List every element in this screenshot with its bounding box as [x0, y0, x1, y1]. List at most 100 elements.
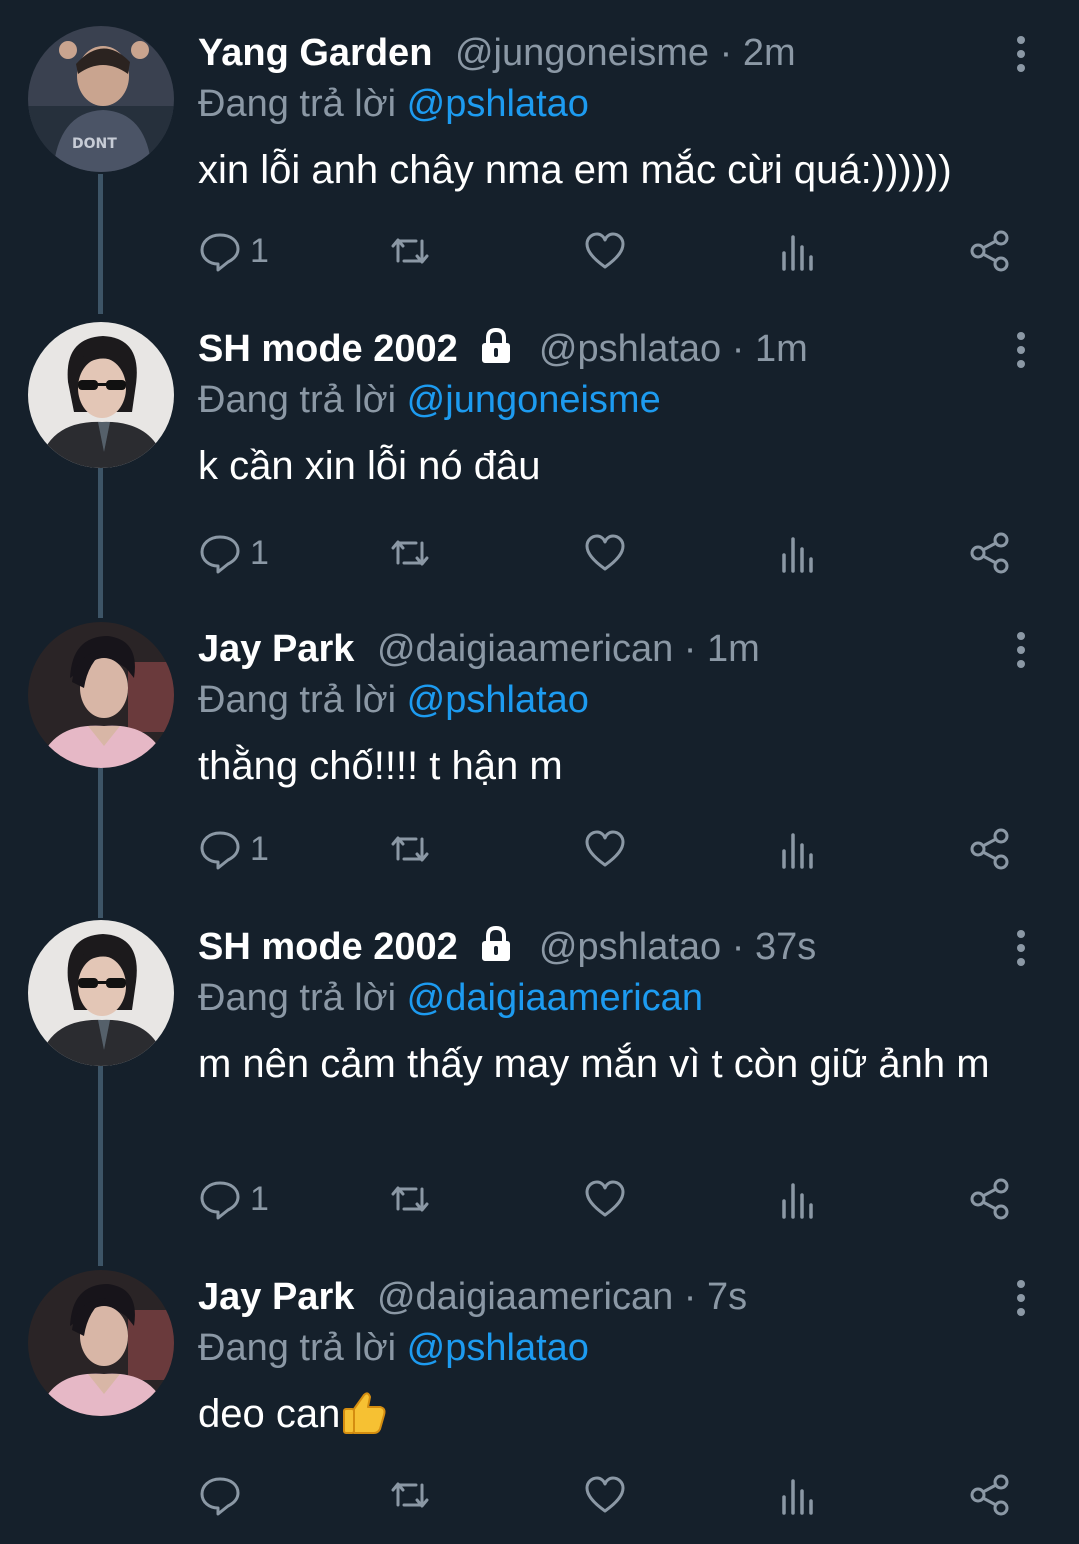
replying-to: Đang trả lời @daigiaamerican: [198, 974, 703, 1022]
reply-icon: [200, 1477, 240, 1516]
svg-text:DONT: DONT: [72, 136, 117, 152]
display-name[interactable]: SH mode 2002: [198, 328, 458, 370]
tweet[interactable]: SH mode 2002 @pshlatao · 37s Đang trả lờ…: [0, 920, 1079, 1250]
display-name[interactable]: Yang Garden: [198, 32, 432, 74]
retweet-button[interactable]: [388, 1174, 432, 1224]
replying-to: Đang trả lời @pshlatao: [198, 1324, 589, 1372]
heart-icon: [585, 1476, 625, 1513]
display-name[interactable]: SH mode 2002: [198, 926, 458, 968]
tweet-text: k cần xin lỗi nó đâu: [198, 444, 541, 488]
share-icon: [970, 230, 1009, 272]
user-handle[interactable]: @pshlatao: [539, 328, 721, 370]
share-button[interactable]: [968, 528, 1012, 578]
tweet-text: deo can: [198, 1388, 1038, 1440]
display-name[interactable]: Jay Park: [198, 1276, 354, 1318]
retweet-button[interactable]: [388, 1470, 432, 1520]
reply-count: 1: [250, 231, 269, 270]
tweet-text-content: deo can: [198, 1392, 341, 1436]
share-icon: [970, 828, 1009, 870]
reply-button[interactable]: 1: [198, 226, 269, 276]
more-vertical-icon[interactable]: [1012, 630, 1030, 670]
tweet-header: Jay Park @daigiaamerican · 7s: [198, 1272, 747, 1322]
tweet-text: thằng chố!!!! t hận m: [198, 744, 563, 788]
like-button[interactable]: [583, 824, 627, 874]
replying-to: Đang trả lời @jungoneisme: [198, 376, 661, 424]
tweet[interactable]: Jay Park @daigiaamerican · 1m Đang trả l…: [0, 622, 1079, 902]
mention-link[interactable]: @daigiaamerican: [407, 977, 703, 1019]
views-icon: [782, 833, 813, 869]
tweet[interactable]: Jay Park @daigiaamerican · 7s Đang trả l…: [0, 1270, 1079, 1540]
reply-icon: [200, 233, 240, 272]
replying-to: Đang trả lời @pshlatao: [198, 676, 589, 724]
share-button[interactable]: [968, 226, 1012, 276]
like-button[interactable]: [583, 528, 627, 578]
retweet-icon: [391, 836, 429, 862]
like-button[interactable]: [583, 226, 627, 276]
retweet-icon: [391, 540, 429, 566]
separator-dot: ·: [719, 32, 733, 74]
user-handle[interactable]: @pshlatao: [539, 926, 721, 968]
views-button[interactable]: [776, 824, 820, 874]
more-vertical-icon[interactable]: [1012, 928, 1030, 968]
replying-to: Đang trả lời @pshlatao: [198, 80, 589, 128]
retweet-icon: [391, 1186, 429, 1212]
views-icon: [782, 537, 813, 573]
share-button[interactable]: [968, 1174, 1012, 1224]
heart-icon: [585, 232, 625, 269]
display-name[interactable]: Jay Park: [198, 628, 354, 670]
reply-icon: [200, 1181, 240, 1220]
avatar[interactable]: [28, 622, 174, 768]
tweet[interactable]: DONT Yang Garden @jungoneisme · 2m Đang …: [0, 26, 1079, 306]
lock-icon: [482, 925, 511, 961]
heart-icon: [585, 534, 625, 571]
replying-label: Đang trả lời: [198, 83, 397, 125]
views-button[interactable]: [776, 226, 820, 276]
avatar[interactable]: [28, 322, 174, 468]
views-button[interactable]: [776, 1174, 820, 1224]
replying-label: Đang trả lời: [198, 379, 397, 421]
more-vertical-icon[interactable]: [1012, 1278, 1030, 1318]
replying-label: Đang trả lời: [198, 679, 397, 721]
reply-count: 1: [250, 1179, 269, 1218]
action-bar: 1: [198, 528, 1018, 578]
heart-icon: [585, 830, 625, 867]
like-button[interactable]: [583, 1470, 627, 1520]
reply-button[interactable]: 1: [198, 1174, 269, 1224]
mention-link[interactable]: @jungoneisme: [407, 379, 661, 421]
retweet-button[interactable]: [388, 824, 432, 874]
share-button[interactable]: [968, 1470, 1012, 1520]
mention-link[interactable]: @pshlatao: [407, 679, 589, 721]
timestamp[interactable]: 1m: [707, 628, 760, 670]
timestamp[interactable]: 7s: [707, 1276, 747, 1318]
user-handle[interactable]: @jungoneisme: [455, 32, 709, 74]
timestamp[interactable]: 2m: [743, 32, 796, 74]
action-bar: 1: [198, 824, 1018, 874]
reply-button[interactable]: [198, 1470, 250, 1520]
reply-button[interactable]: 1: [198, 528, 269, 578]
retweet-button[interactable]: [388, 528, 432, 578]
retweet-icon: [391, 1482, 429, 1508]
avatar[interactable]: [28, 920, 174, 1066]
retweet-button[interactable]: [388, 226, 432, 276]
more-vertical-icon[interactable]: [1012, 330, 1030, 370]
mention-link[interactable]: @pshlatao: [407, 83, 589, 125]
views-button[interactable]: [776, 1470, 820, 1520]
timestamp[interactable]: 37s: [755, 926, 816, 968]
replying-label: Đang trả lời: [198, 977, 397, 1019]
timestamp[interactable]: 1m: [755, 328, 808, 370]
share-icon: [970, 1178, 1009, 1220]
action-bar: 1: [198, 1174, 1018, 1224]
share-button[interactable]: [968, 824, 1012, 874]
mention-link[interactable]: @pshlatao: [407, 1327, 589, 1369]
reply-icon: [200, 831, 240, 870]
views-button[interactable]: [776, 528, 820, 578]
avatar[interactable]: DONT: [28, 26, 174, 172]
separator-dot: ·: [731, 328, 745, 370]
reply-button[interactable]: 1: [198, 824, 269, 874]
tweet[interactable]: SH mode 2002 @pshlatao · 1m Đang trả lời…: [0, 322, 1079, 602]
user-handle[interactable]: @daigiaamerican: [377, 1276, 673, 1318]
like-button[interactable]: [583, 1174, 627, 1224]
more-vertical-icon[interactable]: [1012, 34, 1030, 74]
user-handle[interactable]: @daigiaamerican: [377, 628, 673, 670]
avatar[interactable]: [28, 1270, 174, 1416]
